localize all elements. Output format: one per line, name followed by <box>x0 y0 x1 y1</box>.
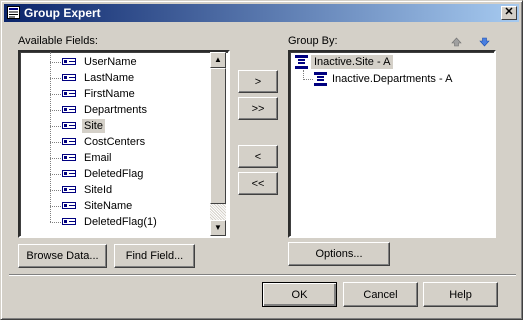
available-fields-list[interactable]: UserName LastName FirstName Departments Site… <box>18 50 230 238</box>
list-item[interactable]: CostCenters <box>20 134 210 150</box>
list-item[interactable]: FirstName <box>20 86 210 102</box>
move-up-icon[interactable] <box>451 37 462 47</box>
group-icon <box>314 72 327 86</box>
field-icon <box>62 218 76 225</box>
field-icon <box>62 90 76 97</box>
move-down-icon[interactable] <box>479 37 490 47</box>
scroll-down-arrow-icon[interactable]: ▼ <box>210 220 226 236</box>
field-label: Site <box>82 119 105 133</box>
browse-data-button[interactable]: Browse Data... <box>18 244 107 268</box>
field-label: DeletedFlag <box>84 168 144 180</box>
field-icon <box>62 106 76 113</box>
separator <box>9 274 516 276</box>
ok-button[interactable]: OK <box>262 282 337 307</box>
add-all-fields-button[interactable]: >> <box>238 97 278 120</box>
list-item[interactable]: SiteName <box>20 198 210 214</box>
field-icon <box>62 186 76 193</box>
group-by-label: Group By: <box>288 35 338 47</box>
field-icon <box>62 74 76 81</box>
field-label: SiteName <box>84 200 133 212</box>
list-item[interactable]: LastName <box>20 70 210 86</box>
add-field-button[interactable]: > <box>238 70 278 93</box>
list-item[interactable]: DeletedFlag(1) <box>20 214 210 230</box>
list-item[interactable]: Email <box>20 150 210 166</box>
scroll-thumb[interactable] <box>210 68 226 204</box>
group-expert-dialog: Group Expert ✕ Available Fields: UserNam… <box>0 0 523 320</box>
scroll-up-arrow-icon[interactable]: ▲ <box>210 52 226 68</box>
list-item[interactable]: UserName <box>20 54 210 70</box>
close-icon: ✕ <box>504 6 514 18</box>
window-title: Group Expert <box>24 6 101 20</box>
field-label: DeletedFlag(1) <box>84 216 157 228</box>
field-icon <box>62 58 76 65</box>
list-item[interactable]: Departments <box>20 102 210 118</box>
group-item[interactable]: Inactive.Departments - A <box>331 72 453 86</box>
available-fields-label: Available Fields: <box>18 35 98 47</box>
field-icon <box>62 154 76 161</box>
field-label: Email <box>84 152 112 164</box>
field-icon <box>62 202 76 209</box>
list-item[interactable]: DeletedFlag <box>20 166 210 182</box>
list-item[interactable]: SiteId <box>20 182 210 198</box>
remove-all-fields-button[interactable]: << <box>238 172 278 195</box>
close-button[interactable]: ✕ <box>501 6 517 20</box>
field-label: FirstName <box>84 88 135 100</box>
dialog-icon <box>7 6 20 19</box>
options-button[interactable]: Options... <box>288 242 390 266</box>
group-by-list[interactable]: Inactive.Site - A Inactive.Departments -… <box>288 50 496 238</box>
field-label: CostCenters <box>84 136 146 148</box>
vertical-scrollbar[interactable]: ▲ ▼ <box>210 52 226 236</box>
find-field-button[interactable]: Find Field... <box>114 244 195 268</box>
field-icon <box>62 138 76 145</box>
cancel-button[interactable]: Cancel <box>343 282 418 307</box>
field-label: UserName <box>84 56 137 68</box>
group-icon <box>295 55 308 69</box>
group-item[interactable]: Inactive.Site - A <box>311 55 394 69</box>
help-button[interactable]: Help <box>423 282 498 307</box>
field-label: SiteId <box>84 184 113 196</box>
field-icon <box>62 122 76 129</box>
remove-field-button[interactable]: < <box>238 145 278 168</box>
field-label: Departments <box>84 104 147 116</box>
field-label: LastName <box>84 72 135 84</box>
list-item[interactable]: Site <box>20 118 210 134</box>
field-icon <box>62 170 76 177</box>
title-bar[interactable]: Group Expert ✕ <box>4 4 519 22</box>
